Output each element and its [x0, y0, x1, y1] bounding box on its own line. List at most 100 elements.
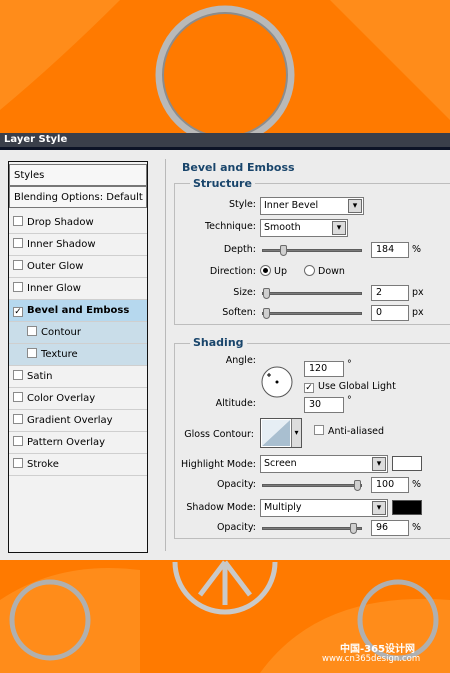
contour-preview-icon	[262, 420, 290, 446]
sidebar-checkbox[interactable]	[13, 458, 23, 468]
global-light-checkbox[interactable]: ✓	[304, 383, 314, 393]
style-select[interactable]: Inner Bevel ▾	[260, 197, 364, 215]
slider-thumb[interactable]	[354, 480, 361, 491]
sidebar-item-label: Stroke	[27, 459, 59, 470]
direction-up-option[interactable]: Up	[260, 265, 287, 277]
chevron-down-icon: ▾	[372, 457, 386, 471]
sidebar-item-label: Drop Shadow	[27, 217, 94, 228]
sidebar-item-blending-options-default[interactable]: Blending Options: Default	[9, 186, 147, 208]
anti-aliased-checkbox[interactable]	[314, 425, 324, 435]
depth-label: Depth:	[223, 244, 256, 255]
shadow-opacity-label: Opacity:	[216, 522, 256, 533]
bevel-heading: Bevel and Emboss	[182, 161, 295, 174]
sidebar-checkbox[interactable]: ✓	[13, 307, 23, 317]
watermark-line1: 中国-365设计网	[340, 644, 416, 655]
depth-field[interactable]: 184	[371, 242, 409, 258]
title-divider	[0, 147, 450, 150]
sidebar-item-texture[interactable]: Texture	[9, 344, 147, 366]
global-light-option[interactable]: ✓ Use Global Light	[304, 381, 396, 393]
sidebar-item-label: Gradient Overlay	[27, 415, 113, 426]
sidebar-item-label: Outer Glow	[27, 261, 84, 272]
highlight-color-swatch[interactable]	[392, 456, 422, 471]
slider-thumb[interactable]	[263, 288, 270, 299]
radio-up[interactable]	[260, 265, 271, 276]
direction-up-label: Up	[274, 266, 287, 277]
sidebar-item-contour[interactable]: Contour	[9, 322, 147, 344]
chevron-down-icon: ▾	[332, 221, 346, 235]
style-label: Style:	[228, 199, 256, 210]
sidebar-item-pattern-overlay[interactable]: Pattern Overlay	[9, 432, 147, 454]
soften-field[interactable]: 0	[371, 305, 409, 321]
shadow-color-swatch[interactable]	[392, 500, 422, 515]
depth-unit: %	[412, 244, 422, 255]
sidebar-item-gradient-overlay[interactable]: Gradient Overlay	[9, 410, 147, 432]
anti-aliased-label: Anti-aliased	[328, 426, 385, 437]
anti-aliased-option[interactable]: Anti-aliased	[314, 425, 384, 437]
slider-thumb[interactable]	[350, 523, 357, 534]
sidebar-item-label: Satin	[27, 371, 53, 382]
size-slider[interactable]	[262, 288, 362, 299]
sidebar-checkbox[interactable]	[27, 348, 37, 358]
radio-down[interactable]	[304, 265, 315, 276]
sidebar-checkbox[interactable]	[13, 392, 23, 402]
sidebar-checkbox[interactable]	[27, 326, 37, 336]
slider-thumb[interactable]	[280, 245, 287, 256]
depth-slider[interactable]	[262, 245, 362, 256]
size-label: Size:	[233, 287, 256, 298]
sidebar-item-color-overlay[interactable]: Color Overlay	[9, 388, 147, 410]
sidebar-checkbox[interactable]	[13, 216, 23, 226]
sidebar-checkbox[interactable]	[13, 370, 23, 380]
sidebar-item-label: Bevel and Emboss	[27, 305, 130, 316]
shadow-opacity-unit: %	[412, 522, 422, 533]
gloss-contour-picker[interactable]: ▾	[260, 418, 302, 448]
sidebar-item-label: Inner Shadow	[27, 239, 96, 250]
shadow-mode-label: Shadow Mode:	[186, 502, 256, 513]
highlight-opacity-label: Opacity:	[216, 479, 256, 490]
sidebar-item-label: Blending Options: Default	[14, 192, 143, 203]
global-light-label: Use Global Light	[318, 381, 396, 392]
shadow-opacity-field[interactable]: 96	[371, 520, 409, 536]
highlight-opacity-field[interactable]: 100	[371, 477, 409, 493]
soften-slider[interactable]	[262, 308, 362, 319]
soften-unit: px	[412, 307, 424, 318]
sidebar-item-outer-glow[interactable]: Outer Glow	[9, 256, 147, 278]
layer-style-dialog: Layer Style Styles Blending Options: Defa…	[0, 133, 450, 560]
angle-dial[interactable]	[260, 365, 294, 399]
highlight-mode-select[interactable]: Screen ▾	[260, 455, 388, 473]
highlight-mode-label: Highlight Mode:	[181, 459, 256, 470]
sidebar-item-inner-glow[interactable]: Inner Glow	[9, 278, 147, 300]
sidebar-checkbox[interactable]	[13, 260, 23, 270]
slider-thumb[interactable]	[263, 308, 270, 319]
sidebar-item-satin[interactable]: Satin	[9, 366, 147, 388]
sidebar-checkbox[interactable]	[13, 282, 23, 292]
angle-field[interactable]: 120	[304, 361, 344, 377]
shadow-opacity-slider[interactable]	[262, 523, 362, 534]
sidebar-checkbox[interactable]	[13, 436, 23, 446]
sidebar-item-styles[interactable]: Styles	[9, 164, 147, 186]
shadow-mode-select[interactable]: Multiply ▾	[260, 499, 388, 517]
bevel-panel: Bevel and Emboss Structure Style: Inner …	[165, 159, 450, 551]
direction-down-option[interactable]: Down	[304, 265, 345, 277]
highlight-opacity-unit: %	[412, 479, 422, 490]
sidebar-item-drop-shadow[interactable]: Drop Shadow	[9, 212, 147, 234]
sidebar-item-bevel-and-emboss[interactable]: ✓ Bevel and Emboss	[9, 300, 147, 322]
style-value: Inner Bevel	[264, 200, 319, 211]
sidebar-item-label: Color Overlay	[27, 393, 96, 404]
structure-heading: Structure	[190, 177, 255, 190]
direction-down-label: Down	[318, 266, 345, 277]
size-field[interactable]: 2	[371, 285, 409, 301]
direction-label: Direction:	[209, 266, 256, 277]
angle-unit: °	[347, 359, 352, 370]
sidebar-item-stroke[interactable]: Stroke	[9, 454, 147, 476]
sidebar-item-inner-shadow[interactable]: Inner Shadow	[9, 234, 147, 256]
technique-select[interactable]: Smooth ▾	[260, 219, 348, 237]
altitude-label: Altitude:	[215, 398, 256, 409]
window-title: Layer Style	[0, 133, 450, 147]
sidebar-checkbox[interactable]	[13, 414, 23, 424]
highlight-opacity-slider[interactable]	[262, 480, 362, 491]
chevron-down-icon: ▾	[372, 501, 386, 515]
altitude-field[interactable]: 30	[304, 397, 344, 413]
technique-label: Technique:	[204, 221, 256, 232]
shadow-mode-value: Multiply	[264, 502, 302, 513]
sidebar-checkbox[interactable]	[13, 238, 23, 248]
